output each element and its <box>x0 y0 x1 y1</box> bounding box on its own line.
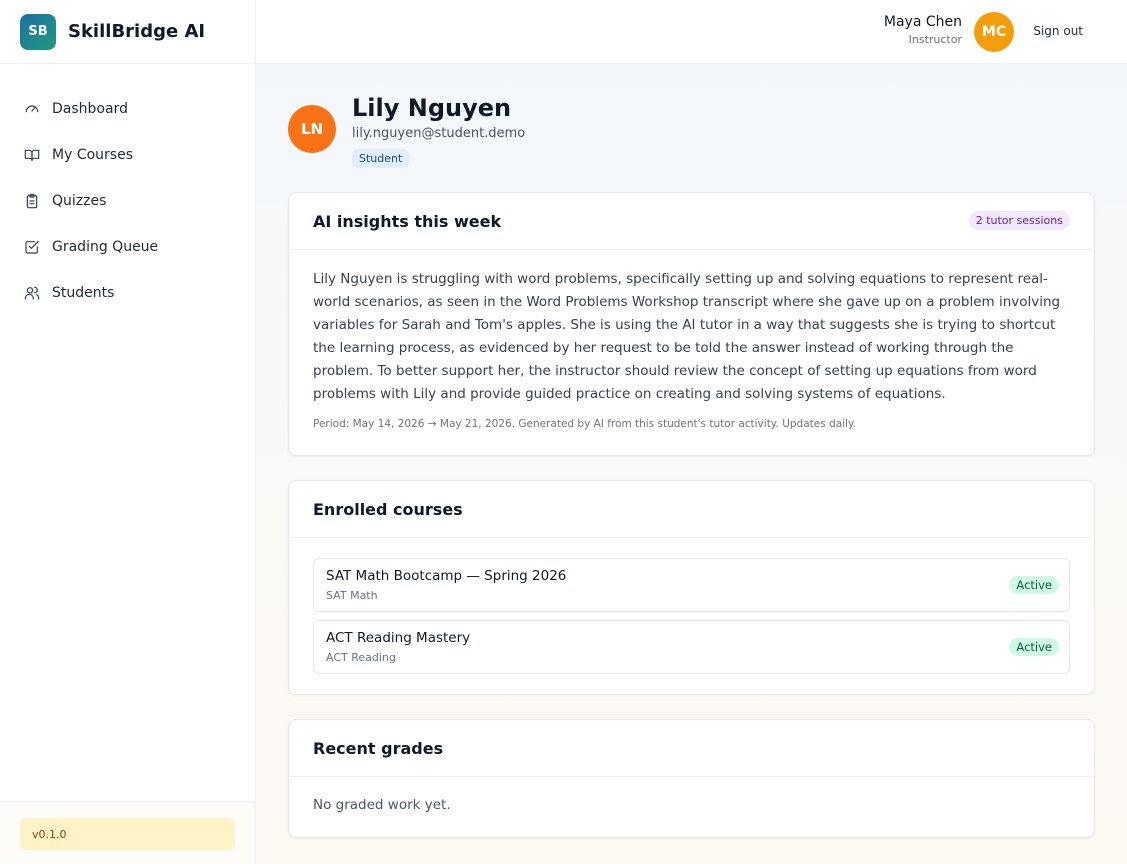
course-name: SAT Math Bootcamp — Spring 2026 <box>326 568 567 584</box>
version-badge: v0.1.0 <box>20 818 235 850</box>
course-subject: ACT Reading <box>326 651 396 664</box>
user-name: Maya Chen <box>883 14 962 30</box>
sign-out-button[interactable]: Sign out <box>1033 24 1083 38</box>
clipboard-icon <box>26 193 38 209</box>
course-item[interactable]: ACT Reading Mastery ACT Reading Active <box>313 620 1070 674</box>
ai-insights-card: AI insights this week 2 tutor sessions L… <box>288 192 1095 456</box>
sidebar-item-label: Quizzes <box>52 193 107 209</box>
sidebar-item-students[interactable]: Students <box>0 270 255 316</box>
course-subject: SAT Math <box>326 589 378 602</box>
card-title: AI insights this week <box>313 211 502 231</box>
recent-grades-card: Recent grades No graded work yet. <box>288 719 1095 838</box>
brand-name: SkillBridge AI <box>68 21 206 42</box>
student-name: Lily Nguyen <box>352 94 512 122</box>
brand[interactable]: SB SkillBridge AI <box>0 0 255 64</box>
insight-period: Period: May 14, 2026 → May 21, 2026. Gen… <box>313 418 857 430</box>
main-content: LN Lily Nguyen lily.nguyen@student.demo … <box>256 64 1127 864</box>
student-email: lily.nguyen@student.demo <box>352 126 526 141</box>
sidebar-item-dashboard[interactable]: Dashboard <box>0 86 255 132</box>
sidebar-item-grading-queue[interactable]: Grading Queue <box>0 224 255 270</box>
enrolled-courses-card: Enrolled courses SAT Math Bootcamp — Spr… <box>288 480 1095 695</box>
sidebar-item-label: Dashboard <box>52 101 128 117</box>
course-name: ACT Reading Mastery <box>326 630 471 646</box>
sidebar-item-label: Grading Queue <box>52 239 159 255</box>
tutor-sessions-badge: 2 tutor sessions <box>968 211 1070 230</box>
status-badge: Active <box>1009 638 1059 656</box>
empty-state: No graded work yet. <box>313 797 451 813</box>
status-badge: Active <box>1009 576 1059 594</box>
sidebar-item-label: My Courses <box>52 147 133 163</box>
book-icon <box>24 149 40 161</box>
sidebar-nav: Dashboard My Courses Quizzes Grading Que… <box>0 64 255 316</box>
sidebar-item-label: Students <box>52 285 115 301</box>
brand-logo: SB <box>20 13 56 50</box>
role-badge: Student <box>352 149 410 168</box>
checkbox-icon <box>25 241 39 254</box>
sidebar: SB SkillBridge AI Dashboard My Courses Q… <box>0 0 256 864</box>
sidebar-item-quizzes[interactable]: Quizzes <box>0 178 255 224</box>
top-bar: Maya Chen Instructor MC Sign out <box>256 0 1127 64</box>
users-icon <box>24 286 40 300</box>
sidebar-item-my-courses[interactable]: My Courses <box>0 132 255 178</box>
card-title: Recent grades <box>313 738 444 758</box>
course-item[interactable]: SAT Math Bootcamp — Spring 2026 SAT Math… <box>313 558 1070 612</box>
sidebar-footer: v0.1.0 <box>0 801 255 864</box>
user-avatar[interactable]: MC <box>974 12 1014 52</box>
student-avatar: LN <box>288 105 336 153</box>
insight-summary: Lily Nguyen is struggling with word prob… <box>313 271 1061 402</box>
user-role: Instructor <box>908 33 962 46</box>
gauge-icon <box>25 105 39 113</box>
card-title: Enrolled courses <box>313 499 463 519</box>
user-info: Maya Chen Instructor <box>884 14 962 46</box>
